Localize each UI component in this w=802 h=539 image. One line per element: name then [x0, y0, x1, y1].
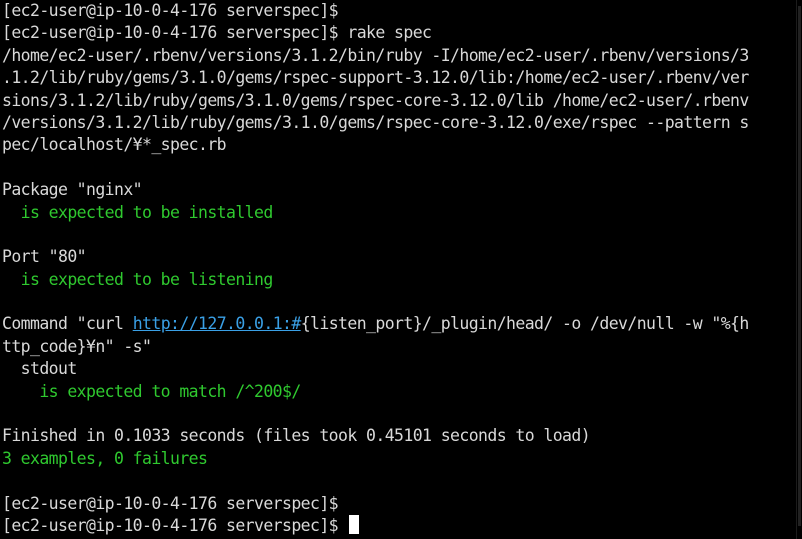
prompt-line: [ec2-user@ip-10-0-4-176 serverspec]$ — [2, 493, 796, 515]
prompt: [ec2-user@ip-10-0-4-176 serverspec]$ — [2, 1, 339, 20]
prompt: [ec2-user@ip-10-0-4-176 serverspec]$ — [2, 493, 339, 513]
output-line: sions/3.1.2/lib/ruby/gems/3.1.0/gems/rsp… — [2, 90, 749, 110]
command-rest: {listen_port}/_plugin/head/ -o /dev/null… — [300, 314, 750, 334]
summary-line: 3 examples, 0 failures — [2, 448, 208, 468]
scrollbar-thumb[interactable] — [798, 6, 801, 526]
spec-port-result: is expected to be listening — [2, 269, 274, 289]
command-line: [ec2-user@ip-10-0-4-176 serverspec]$ rak… — [2, 22, 796, 44]
output-line: pec/localhost/¥*_spec.rb — [2, 135, 227, 155]
url-link[interactable]: http://127.0.0.1:# — [133, 314, 302, 333]
typed-command: rake spec — [347, 23, 432, 43]
stdout-label: stdout — [2, 359, 78, 379]
spec-command-header: Command "curl http://127.0.0.1:#{listen_… — [2, 313, 796, 335]
finished-line: Finished in 0.1033 seconds (files took 0… — [2, 426, 591, 446]
spec-package-result: is expected to be installed — [2, 202, 274, 222]
output-line: .1.2/lib/ruby/gems/3.1.0/gems/rspec-supp… — [2, 68, 749, 88]
scrollbar[interactable] — [796, 0, 802, 539]
prompt-line: [ec2-user@ip-10-0-4-176 serverspec]$ — [2, 0, 796, 22]
output-line: /home/ec2-user/.rbenv/versions/3.1.2/bin… — [2, 45, 749, 65]
active-prompt-line[interactable]: [ec2-user@ip-10-0-4-176 serverspec]$ — [2, 514, 796, 537]
terminal-window[interactable]: [ec2-user@ip-10-0-4-176 serverspec]$ [ec… — [0, 0, 796, 539]
spec-command-header-cont: ttp_code}¥n" -s" — [2, 336, 152, 356]
stdout-result: is expected to match /^200$/ — [2, 381, 301, 401]
spec-port-header: Port "80" — [2, 247, 87, 267]
command-prefix: Command "curl — [2, 314, 133, 334]
spec-package-header: Package "nginx" — [2, 180, 143, 200]
output-line: /versions/3.1.2/lib/ruby/gems/3.1.0/gems… — [2, 112, 749, 132]
prompt: [ec2-user@ip-10-0-4-176 serverspec]$ — [2, 515, 339, 535]
prompt: [ec2-user@ip-10-0-4-176 serverspec]$ — [2, 23, 339, 43]
cursor — [349, 514, 360, 534]
